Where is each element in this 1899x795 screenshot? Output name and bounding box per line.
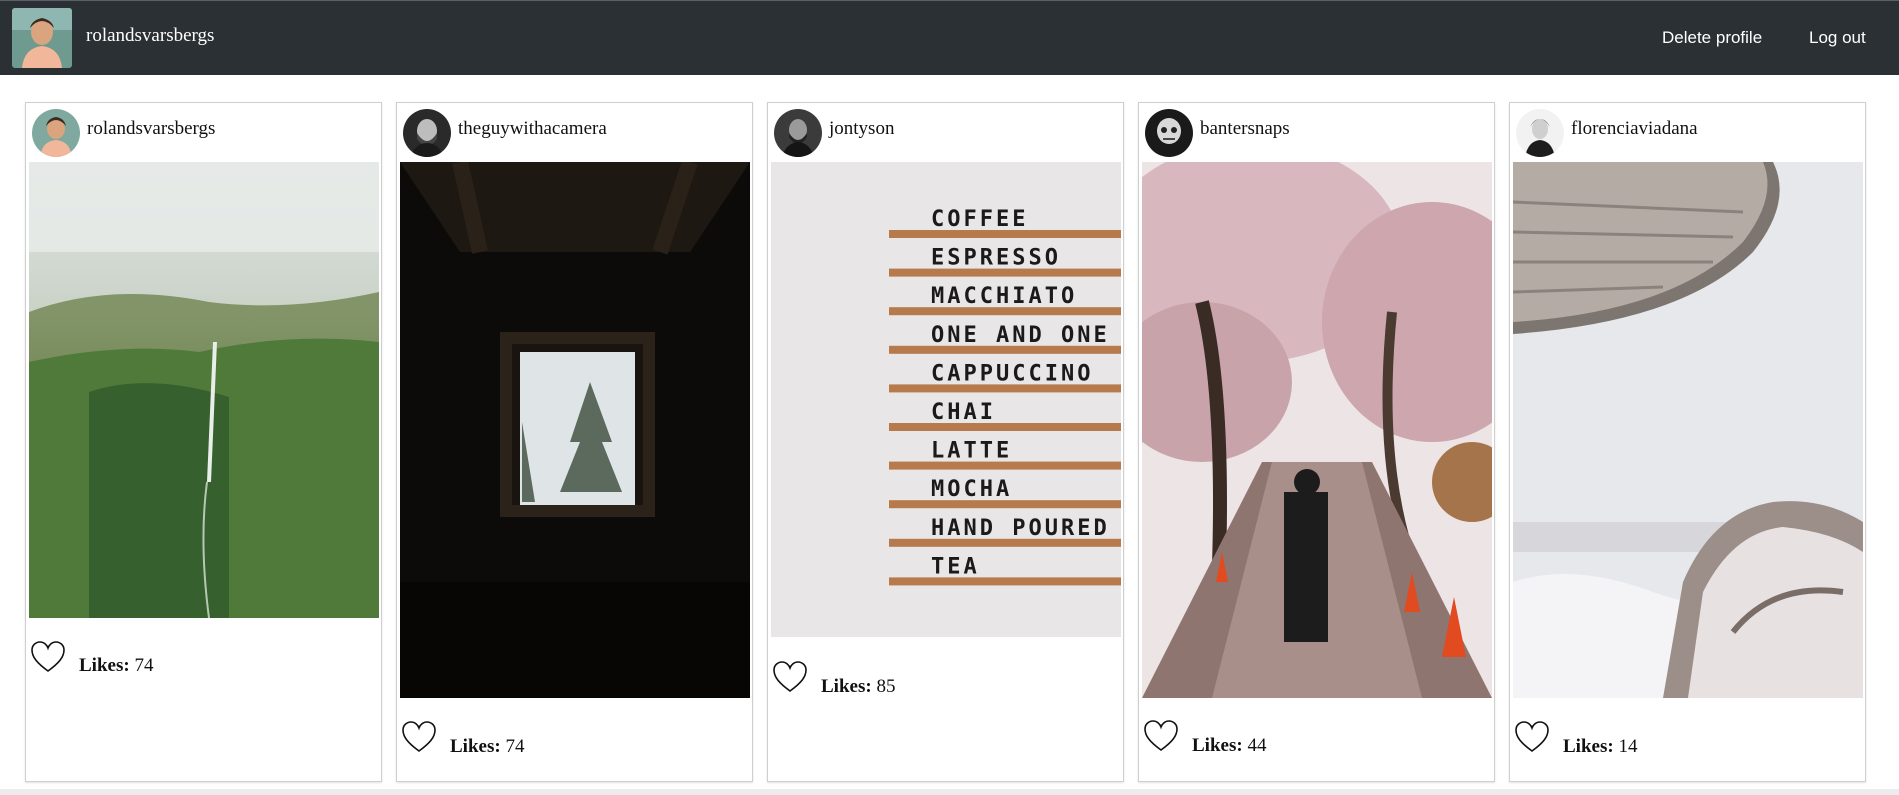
post-author-avatar[interactable]: [1145, 109, 1193, 157]
menu-board-item: TEA: [931, 554, 980, 579]
like-heart-icon[interactable]: [771, 659, 809, 695]
post-author-avatar[interactable]: [1516, 109, 1564, 157]
next-row-edge: [0, 789, 1899, 795]
menu-shelf: [889, 423, 1121, 431]
menu-board-item: MOCHA: [931, 477, 1012, 502]
menu-board-item: CHAI: [931, 400, 996, 425]
likes-value: 74: [134, 655, 154, 676]
menu-shelf: [889, 577, 1121, 586]
post-card: rolandsvarsbergs Likes: 74: [25, 102, 382, 782]
likes-value: 44: [1247, 735, 1267, 756]
likes-count: Likes: 74: [450, 736, 524, 758]
post-image[interactable]: [29, 162, 379, 618]
menu-board-graphic: COFFEE ESPRESSO MACCHIATO ONE AND ONE CAPPUC…: [889, 207, 1121, 586]
post-image[interactable]: [1513, 162, 1863, 698]
top-navbar: rolandsvarsbergs Delete profile Log out: [0, 0, 1899, 75]
like-heart-icon[interactable]: [400, 719, 438, 755]
likes-value: 74: [505, 736, 525, 757]
likes-count: Likes: 14: [1563, 736, 1637, 758]
menu-board-item: LATTE: [931, 439, 1012, 464]
menu-board-item: ESPRESSO: [931, 246, 1061, 271]
delete-profile-button[interactable]: Delete profile: [1662, 28, 1762, 48]
post-card: theguywithacamera Likes: 74: [396, 102, 753, 782]
menu-board-item: COFFEE: [931, 207, 1028, 232]
menu-board-item: ONE AND ONE: [931, 323, 1110, 348]
post-author-avatar[interactable]: [774, 109, 822, 157]
post-card: bantersnaps Likes: 44: [1138, 102, 1495, 782]
post-card: florenciaviadana Likes: 14: [1509, 102, 1866, 782]
menu-board-item: CAPPUCCINO: [931, 361, 1093, 386]
logout-button[interactable]: Log out: [1809, 28, 1866, 48]
like-heart-icon[interactable]: [1142, 718, 1180, 754]
post-author-name[interactable]: rolandsvarsbergs: [87, 118, 215, 140]
likes-label: Likes:: [821, 676, 872, 697]
current-username[interactable]: rolandsvarsbergs: [86, 25, 214, 47]
post-author-avatar[interactable]: [32, 109, 80, 157]
likes-count: Likes: 74: [79, 655, 153, 677]
like-heart-icon[interactable]: [1513, 719, 1551, 755]
post-image[interactable]: [1142, 162, 1492, 698]
post-author-name[interactable]: florenciaviadana: [1571, 118, 1698, 140]
post-author-name[interactable]: bantersnaps: [1200, 118, 1290, 140]
post-image[interactable]: [400, 162, 750, 698]
menu-board-item: MACCHIATO: [931, 284, 1077, 309]
post-author-name[interactable]: jontyson: [829, 118, 894, 140]
likes-label: Likes:: [1563, 736, 1614, 757]
post-author-name[interactable]: theguywithacamera: [458, 118, 607, 140]
current-user-avatar[interactable]: [12, 8, 72, 68]
post-author-avatar[interactable]: [403, 109, 451, 157]
likes-value: 85: [876, 676, 896, 697]
likes-count: Likes: 85: [821, 676, 895, 698]
likes-count: Likes: 44: [1192, 735, 1266, 757]
post-card: jontyson COFFEE ESPRESSO MACCHIATO ONE AND …: [767, 102, 1124, 782]
likes-label: Likes:: [79, 655, 130, 676]
likes-value: 14: [1618, 736, 1638, 757]
likes-label: Likes:: [1192, 735, 1243, 756]
menu-board-item: HAND POURED: [931, 516, 1110, 541]
likes-label: Likes:: [450, 736, 501, 757]
like-heart-icon[interactable]: [29, 639, 67, 675]
post-image[interactable]: COFFEE ESPRESSO MACCHIATO ONE AND ONE CAPPUC…: [771, 162, 1121, 637]
